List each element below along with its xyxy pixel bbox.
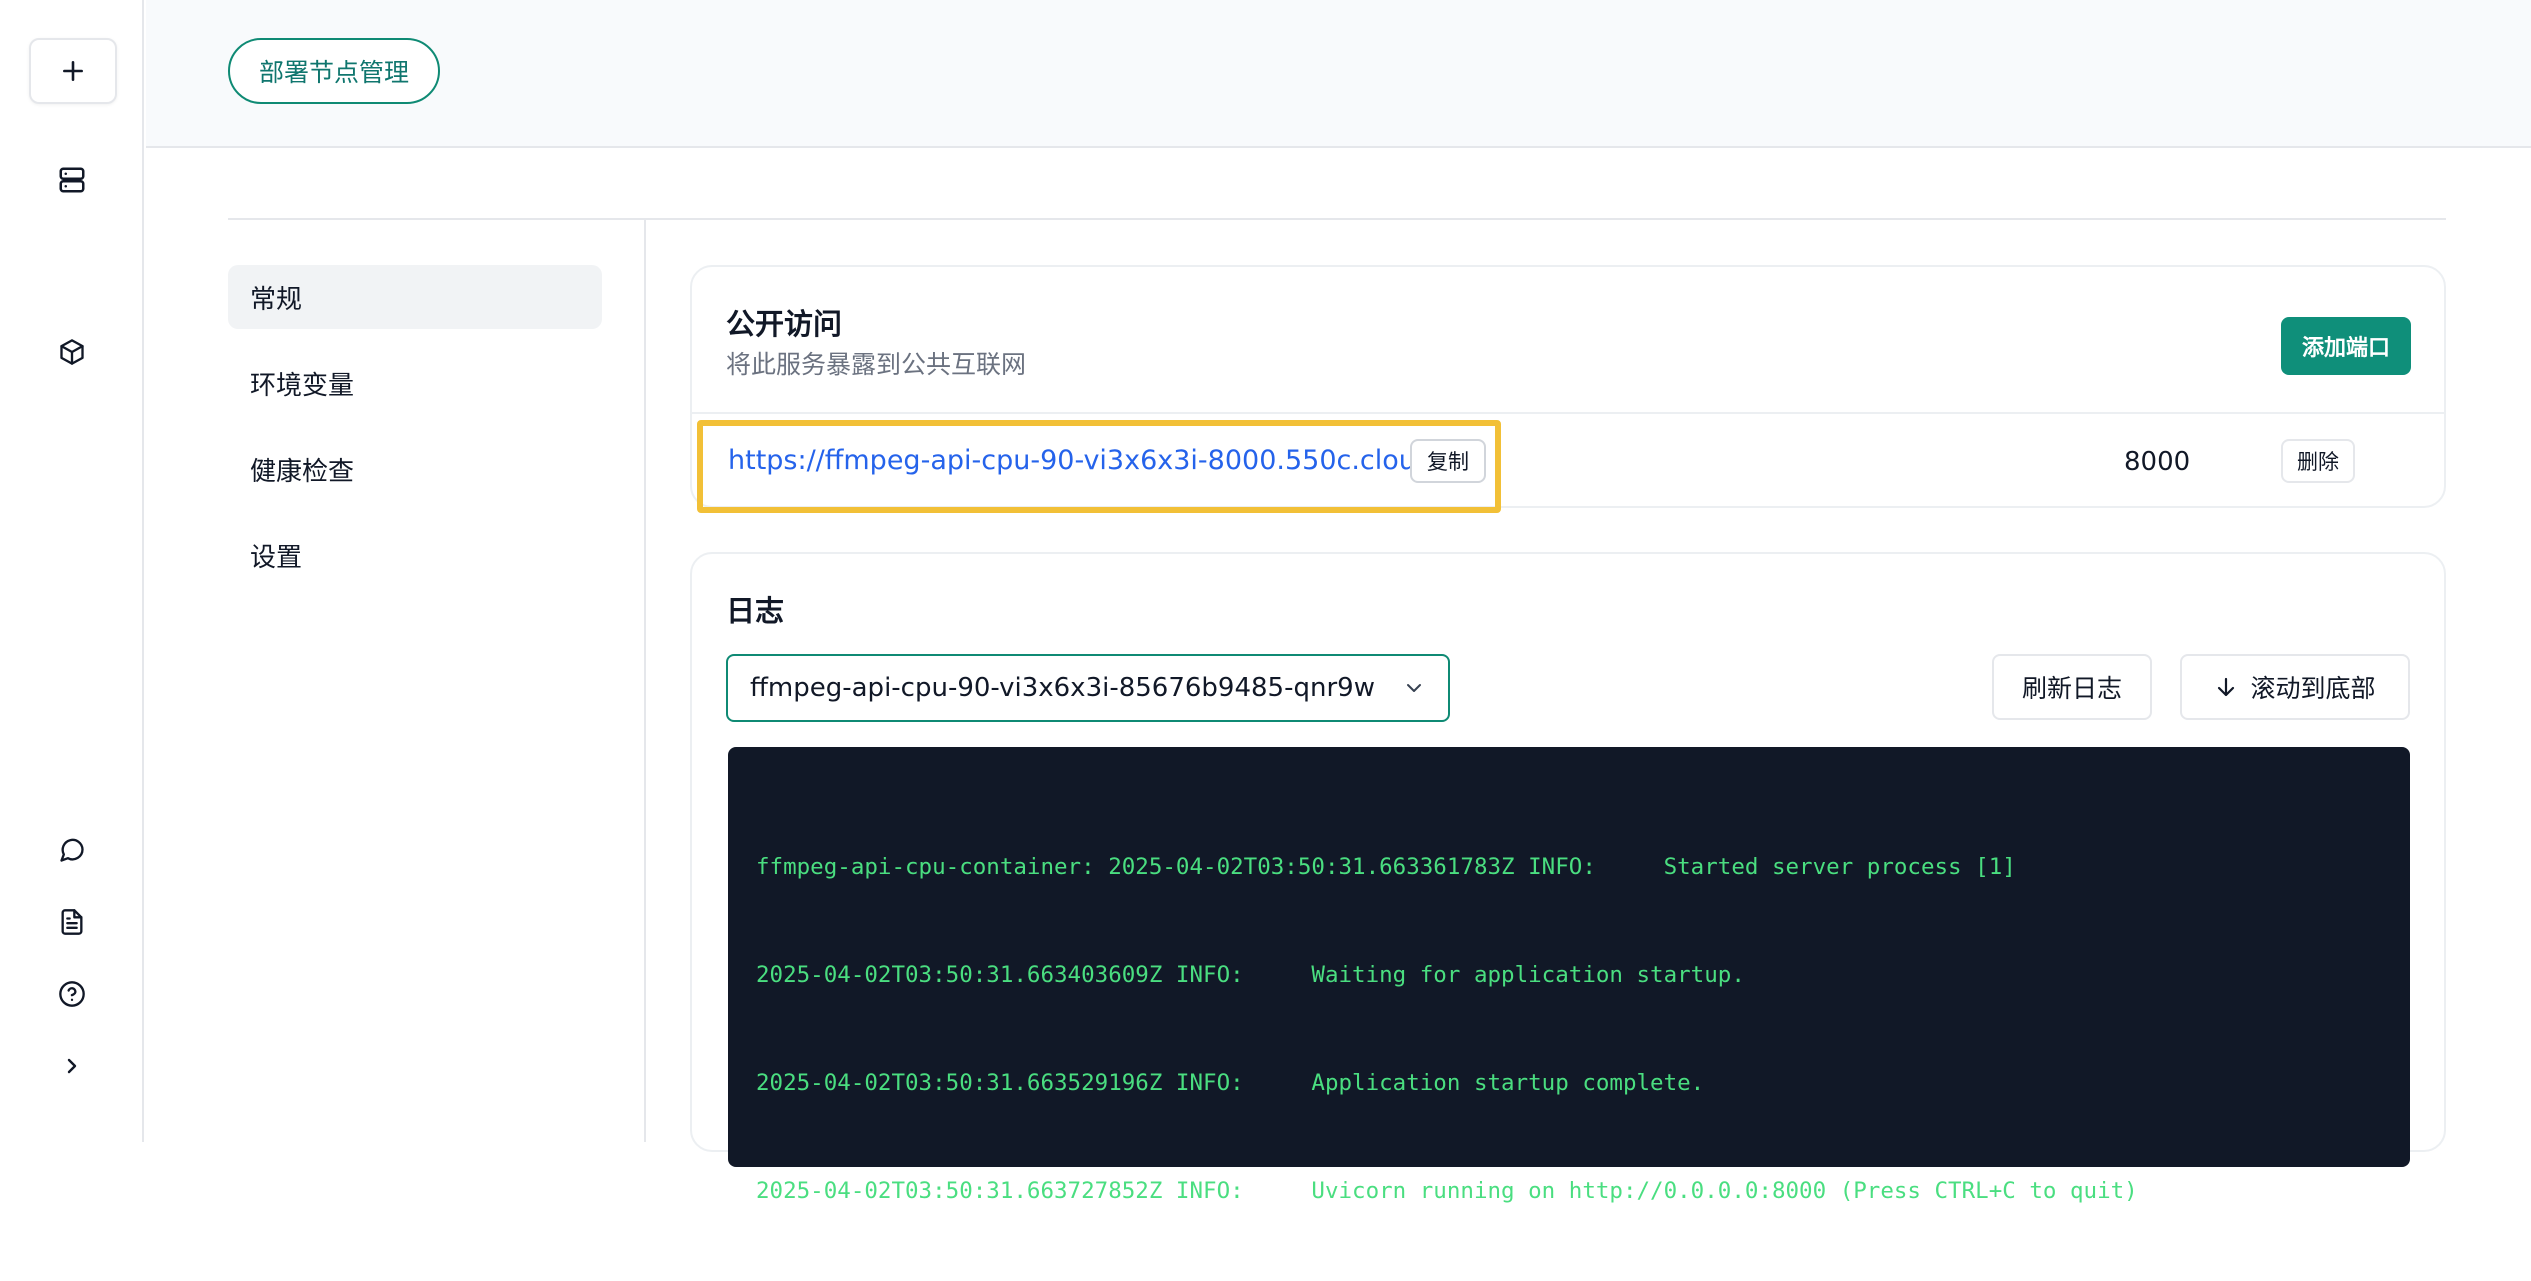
help-nav[interactable]: [46, 968, 98, 1020]
server-icon: [59, 167, 85, 193]
help-icon: [59, 981, 85, 1007]
public-access-title: 公开访问: [726, 307, 843, 341]
plus-icon: [63, 61, 83, 81]
subnav-item-settings[interactable]: 设置: [228, 523, 602, 587]
public-url-text[interactable]: https://ffmpeg-api-cpu-90-vi3x6x3i-8000.…: [728, 445, 1433, 476]
scroll-to-bottom-button[interactable]: 滚动到底部: [2180, 654, 2410, 720]
subnav-item-general[interactable]: 常规: [228, 265, 602, 329]
chevron-right-icon: [67, 1058, 77, 1074]
public-access-card: 公开访问 将此服务暴露到公共互联网 添加端口 https://ffmpeg-ap…: [690, 265, 2446, 513]
new-button[interactable]: [29, 38, 117, 104]
expand-rail-button[interactable]: [46, 1040, 98, 1092]
logs-card: 日志 ffmpeg-api-cpu-90-vi3x6x3i-85676b9485…: [690, 552, 2446, 1204]
servers-nav[interactable]: [46, 154, 98, 206]
log-line: 2025-04-02T03:50:31.663403609Z INFO: Wai…: [756, 962, 1745, 988]
chat-icon: [60, 838, 84, 862]
public-url-link[interactable]: https://ffmpeg-api-cpu-90-vi3x6x3i-8000.…: [728, 445, 1469, 476]
log-line: 2025-04-02T03:50:31.663727852Z INFO: Uvi…: [756, 1178, 2138, 1204]
deploy-nodes-button[interactable]: 部署节点管理: [228, 38, 440, 104]
log-line: 2025-04-02T03:50:31.663529196Z INFO: App…: [756, 1070, 1705, 1096]
docs-nav[interactable]: [46, 896, 98, 948]
subnav-divider: [644, 220, 646, 1142]
content-divider: [228, 218, 2446, 220]
top-bar: 部署节点管理: [146, 0, 2531, 148]
pod-select-value: ffmpeg-api-cpu-90-vi3x6x3i-85676b9485-qn…: [750, 673, 1375, 703]
public-access-subtitle: 将此服务暴露到公共互联网: [726, 350, 1027, 379]
arrow-down-icon: [2218, 677, 2235, 697]
row-divider: [692, 412, 2444, 414]
packages-nav[interactable]: [46, 326, 98, 378]
refresh-logs-button[interactable]: 刷新日志: [1992, 654, 2152, 720]
document-icon: [61, 909, 83, 935]
add-port-button[interactable]: 添加端口: [2281, 317, 2411, 375]
scroll-to-bottom-label: 滚动到底部: [2250, 674, 2376, 703]
copy-url-button[interactable]: 复制: [1410, 439, 1486, 483]
port-value: 8000: [2124, 447, 2191, 477]
subnav-item-health-check[interactable]: 健康检查: [228, 437, 602, 501]
chat-nav[interactable]: [46, 824, 98, 876]
log-output[interactable]: ffmpeg-api-cpu-container: 2025-04-02T03:…: [728, 747, 2410, 1204]
log-line: ffmpeg-api-cpu-container: 2025-04-02T03:…: [756, 854, 2016, 880]
chevron-down-icon: [1407, 684, 1421, 692]
left-rail: [0, 0, 144, 1142]
logs-title: 日志: [726, 594, 785, 628]
delete-port-button[interactable]: 删除: [2281, 439, 2355, 483]
package-icon: [60, 339, 84, 365]
subnav-item-env-vars[interactable]: 环境变量: [228, 351, 602, 415]
pod-select[interactable]: ffmpeg-api-cpu-90-vi3x6x3i-85676b9485-qn…: [726, 654, 1450, 722]
